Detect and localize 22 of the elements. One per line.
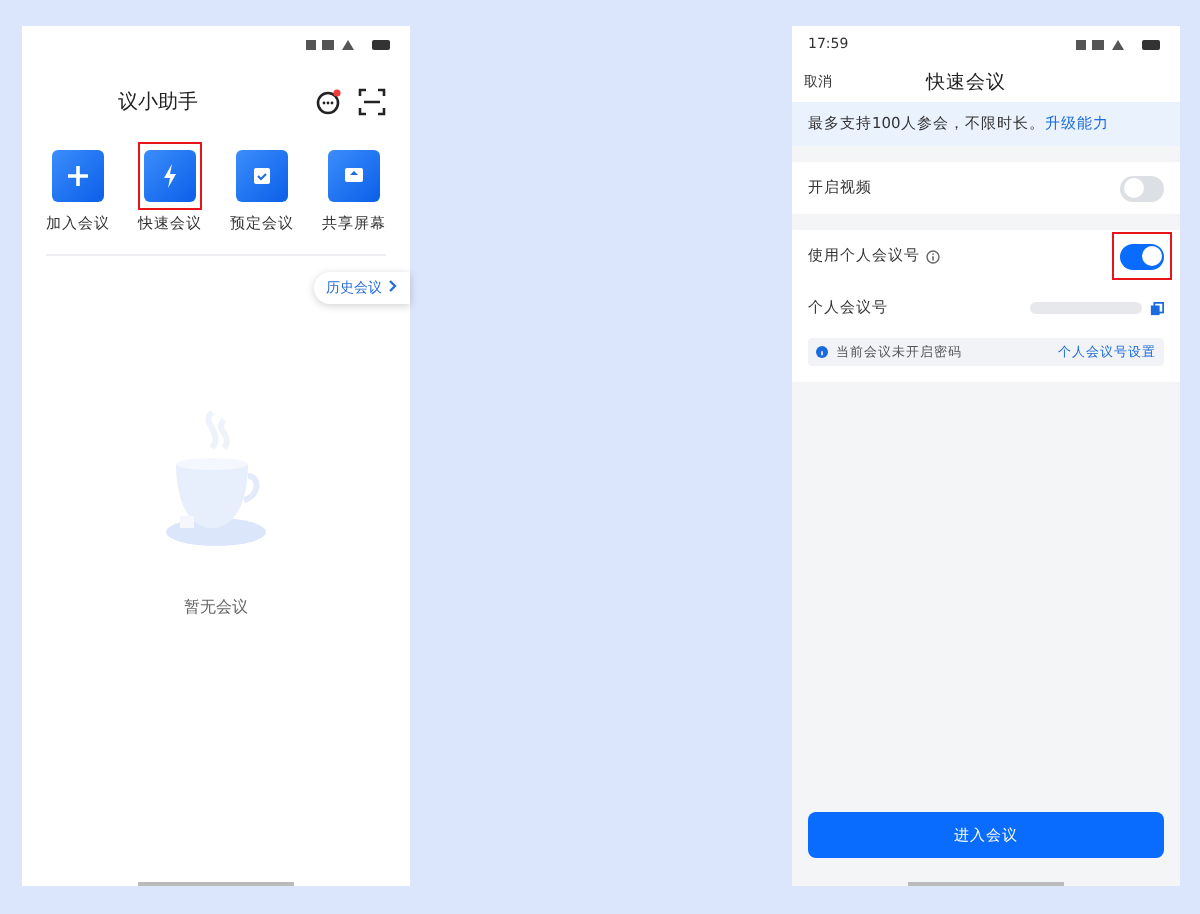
blurred-number [1030,300,1142,316]
status-icons [1076,37,1164,51]
highlight-frame [1112,232,1172,280]
empty-text: 暂无会议 [184,596,248,618]
page-title: 快速会议 [926,69,1006,95]
highlight-frame [138,142,202,210]
plus-icon [64,162,92,190]
action-button[interactable] [328,150,380,202]
toggle-switch[interactable] [1120,243,1164,269]
scan-icon[interactable] [358,88,386,116]
info-icon [816,346,828,358]
chevron-right-icon [388,280,398,292]
action-button[interactable] [144,150,196,202]
action-button[interactable] [52,150,104,202]
calendar-icon [248,162,276,190]
info-icon[interactable] [926,249,940,263]
copy-icon[interactable] [1150,301,1164,315]
chat-icon[interactable] [314,88,342,116]
toggle-switch[interactable] [1120,175,1164,201]
app-title: 议小助手 [118,89,200,116]
status-icons [306,37,394,51]
action-button[interactable] [236,150,288,202]
